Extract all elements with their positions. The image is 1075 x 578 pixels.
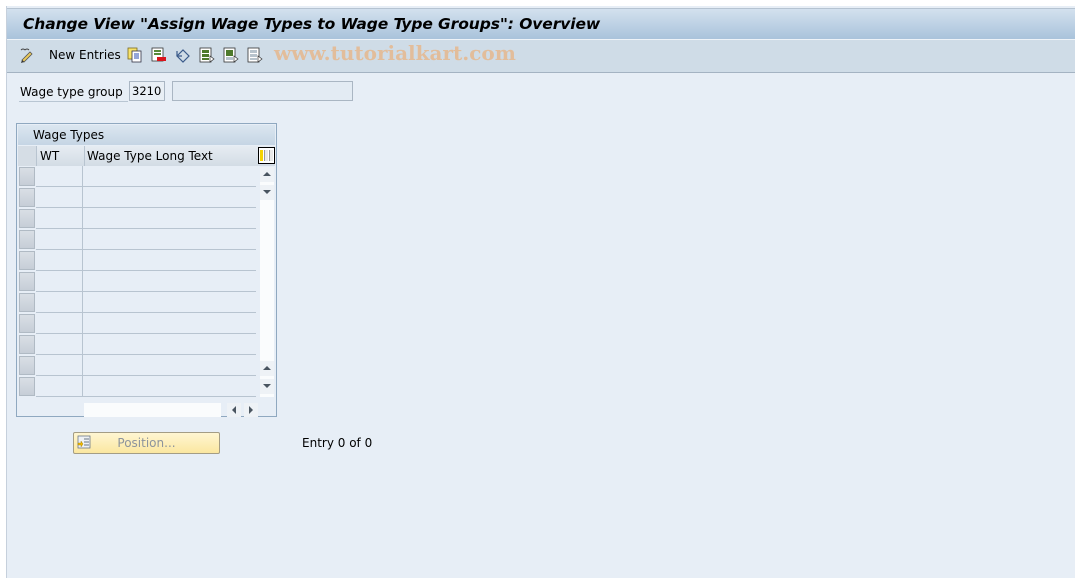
cell-wt[interactable] — [36, 187, 83, 208]
table-body — [18, 166, 258, 397]
table-row — [18, 187, 258, 208]
cell-wt[interactable] — [36, 292, 83, 313]
position-button[interactable]: Position... — [73, 432, 220, 454]
cell-wt[interactable] — [36, 229, 83, 250]
application-toolbar: New Entries www.tutorialkart.com — [7, 40, 1075, 73]
wage-type-group-description — [172, 81, 353, 101]
cell-long-text — [83, 271, 256, 292]
cell-long-text — [83, 208, 256, 229]
table-row — [18, 208, 258, 229]
table-row — [18, 250, 258, 271]
table-caption-text: Wage Types — [33, 128, 105, 142]
page-title: Change View "Assign Wage Types to Wage T… — [23, 15, 601, 33]
scroll-down-button[interactable] — [260, 361, 274, 376]
horizontal-scrollbar[interactable] — [84, 403, 221, 417]
cell-wt[interactable] — [36, 166, 83, 187]
cell-wt[interactable] — [36, 355, 83, 376]
table-row — [18, 166, 258, 187]
vertical-scrollbar[interactable] — [260, 167, 274, 397]
scroll-page-up-button[interactable] — [260, 167, 274, 182]
cell-long-text — [83, 313, 256, 334]
table-row — [18, 313, 258, 334]
wage-types-table: Wage Types WT Wage Type Long Text — [16, 123, 277, 417]
title-bar: Change View "Assign Wage Types to Wage T… — [7, 8, 1075, 40]
select-all-icon[interactable] — [199, 47, 215, 63]
display-change-icon[interactable] — [19, 47, 35, 63]
cell-wt[interactable] — [36, 250, 83, 271]
row-selector[interactable] — [19, 230, 35, 249]
cell-long-text — [83, 166, 256, 187]
table-row — [18, 355, 258, 376]
table-row — [18, 229, 258, 250]
sap-window: Change View "Assign Wage Types to Wage T… — [6, 6, 1075, 578]
scroll-right-button[interactable] — [244, 403, 258, 417]
wage-type-group-label: Wage type group — [19, 83, 128, 102]
wage-type-group-field: 3210 — [129, 81, 165, 101]
cell-wt[interactable] — [36, 271, 83, 292]
entry-count-text: Entry 0 of 0 — [302, 436, 373, 450]
row-selector[interactable] — [19, 272, 35, 291]
table-row — [18, 376, 258, 397]
select-block-icon[interactable] — [223, 47, 239, 63]
copy-icon[interactable] — [127, 47, 143, 63]
watermark-text: www.tutorialkart.com — [274, 41, 516, 65]
cell-long-text — [83, 334, 256, 355]
row-selector[interactable] — [19, 209, 35, 228]
cell-wt[interactable] — [36, 313, 83, 334]
row-selector[interactable] — [19, 251, 35, 270]
cell-long-text — [83, 292, 256, 313]
cell-wt[interactable] — [36, 208, 83, 229]
cell-long-text — [83, 229, 256, 250]
cell-wt[interactable] — [36, 376, 83, 397]
row-selector[interactable] — [19, 188, 35, 207]
table-row — [18, 334, 258, 355]
scroll-left-button[interactable] — [227, 403, 241, 417]
table-settings-icon[interactable] — [258, 147, 275, 164]
scroll-page-down-button[interactable] — [260, 379, 274, 394]
table-header: WT Wage Type Long Text — [18, 146, 275, 166]
row-selector[interactable] — [19, 293, 35, 312]
row-selector[interactable] — [19, 335, 35, 354]
position-button-label: Position... — [117, 436, 176, 450]
column-header-wt[interactable]: WT — [36, 146, 86, 166]
scroll-up-button[interactable] — [260, 185, 274, 200]
cell-long-text — [83, 187, 256, 208]
row-selector[interactable] — [19, 167, 35, 186]
table-row — [18, 271, 258, 292]
table-caption: Wage Types — [18, 125, 275, 145]
row-selector[interactable] — [19, 356, 35, 375]
row-selector[interactable] — [19, 377, 35, 396]
cell-long-text — [83, 355, 256, 376]
delete-icon[interactable] — [151, 47, 167, 63]
table-row — [18, 292, 258, 313]
deselect-all-icon[interactable] — [247, 47, 263, 63]
column-header-long-text[interactable]: Wage Type Long Text — [84, 146, 257, 166]
undo-icon[interactable] — [175, 47, 191, 63]
cell-wt[interactable] — [36, 334, 83, 355]
cell-long-text — [83, 376, 256, 397]
row-selector[interactable] — [19, 314, 35, 333]
select-all-rows-button[interactable] — [18, 146, 36, 166]
new-entries-button[interactable]: New Entries — [49, 48, 121, 62]
cell-long-text — [83, 250, 256, 271]
